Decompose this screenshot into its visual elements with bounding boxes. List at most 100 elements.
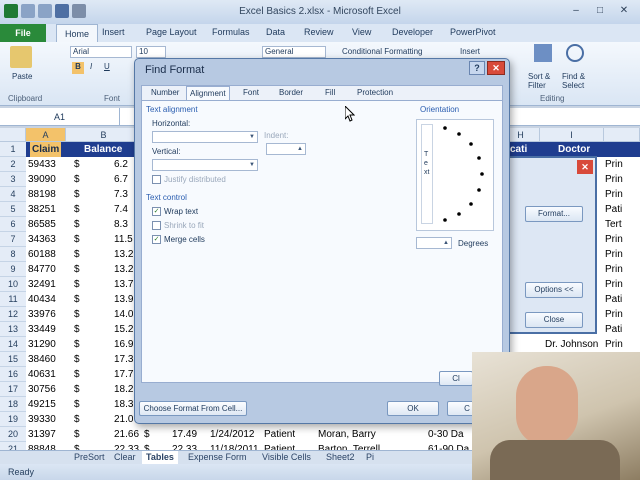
minimize-icon[interactable]: – — [564, 3, 588, 19]
sheet-tab-pi[interactable]: Pi — [362, 451, 378, 464]
cell-balance[interactable]: 11.5 — [114, 232, 133, 247]
cell-balance[interactable]: 16.9 — [114, 337, 133, 352]
sheet-tab-clear[interactable]: Clear — [110, 451, 140, 464]
cell-claim[interactable]: 31290 — [28, 337, 56, 352]
format-button[interactable]: Format... — [525, 206, 583, 222]
cell-balance[interactable]: 13.9 — [114, 292, 133, 307]
sheet-tab-tables[interactable]: Tables — [142, 451, 178, 464]
cell-location[interactable]: Prin — [605, 187, 623, 202]
row-header[interactable]: 4 — [0, 187, 26, 202]
cell-location[interactable]: Pati — [605, 202, 622, 217]
cell-currency[interactable]: $ — [74, 172, 80, 187]
cell-location[interactable]: Pati — [605, 292, 622, 307]
cell-currency[interactable]: $ — [74, 427, 80, 442]
cell-claim[interactable]: 88198 — [28, 187, 56, 202]
tab-view[interactable]: View — [352, 27, 371, 37]
cell-balance[interactable]: 13.2 — [114, 262, 133, 277]
cell-currency2[interactable]: $ — [144, 427, 150, 442]
cell-claim[interactable]: 59433 — [28, 157, 56, 172]
cell-balance[interactable]: 17.7 — [114, 367, 133, 382]
cell-location[interactable]: Prin — [605, 232, 623, 247]
underline-button[interactable]: U — [104, 62, 110, 71]
cell-balance[interactable]: 7.3 — [114, 187, 128, 202]
column-header-a[interactable]: A — [26, 128, 66, 142]
wrap-text-checkbox[interactable]: ✓ Wrap text — [152, 207, 198, 216]
shrink-to-fit-checkbox[interactable]: Shrink to fit — [152, 221, 204, 230]
cell-doctor[interactable]: Dr. Johnson — [545, 337, 598, 352]
cell-claim[interactable]: 33449 — [28, 322, 56, 337]
file-tab[interactable]: File — [0, 24, 46, 42]
tab-home[interactable]: Home — [56, 24, 99, 42]
cell-location[interactable]: Prin — [605, 337, 623, 352]
cell-claim[interactable]: 40631 — [28, 367, 56, 382]
cell-claim[interactable]: 31397 — [28, 427, 56, 442]
cell-date[interactable]: 1/24/2012 — [210, 427, 255, 442]
italic-button[interactable]: I — [90, 62, 92, 71]
horizontal-select[interactable]: ▼ — [152, 131, 258, 143]
clear-button[interactable]: Cl — [439, 371, 473, 386]
cell-currency[interactable]: $ — [74, 337, 80, 352]
tab-number[interactable]: Number — [148, 86, 182, 100]
cell-aging[interactable]: 0-30 Da — [428, 427, 464, 442]
cell-balance[interactable]: 18.2 — [114, 382, 133, 397]
cell-claim[interactable]: 32491 — [28, 277, 56, 292]
cell-location[interactable]: Tert — [605, 217, 622, 232]
tab-powerpivot[interactable]: PowerPivot — [450, 27, 496, 37]
degrees-spinner[interactable]: ▲ — [416, 237, 452, 249]
row-header[interactable]: 17 — [0, 382, 26, 397]
cell-amount[interactable]: 17.49 — [172, 427, 197, 442]
tab-insert[interactable]: Insert — [102, 27, 125, 37]
orientation-dial-icon[interactable] — [437, 120, 493, 230]
row-header[interactable]: 6 — [0, 217, 26, 232]
tab-protection[interactable]: Protection — [354, 86, 396, 100]
cell-location[interactable]: Pati — [605, 322, 622, 337]
header-claim[interactable]: Claim — [30, 142, 62, 157]
row-header[interactable]: 13 — [0, 322, 26, 337]
cell-currency[interactable]: $ — [74, 412, 80, 427]
column-header-j[interactable] — [604, 128, 640, 142]
tab-formulas[interactable]: Formulas — [212, 27, 250, 37]
cell-currency[interactable]: $ — [74, 397, 80, 412]
tab-alignment[interactable]: Alignment — [186, 86, 230, 100]
column-header-i[interactable]: I — [540, 128, 604, 142]
options-button[interactable]: Options << — [525, 282, 583, 298]
cell-currency[interactable]: $ — [74, 382, 80, 397]
paste-button[interactable]: Paste — [12, 72, 32, 81]
tab-data[interactable]: Data — [266, 27, 285, 37]
ok-button[interactable]: OK — [387, 401, 439, 416]
tab-font[interactable]: Font — [240, 86, 262, 100]
number-format-box[interactable]: General — [262, 46, 326, 58]
cell-currency[interactable]: $ — [74, 322, 80, 337]
close-icon[interactable]: ✕ — [577, 160, 593, 174]
close-button[interactable]: Close — [525, 312, 583, 328]
cell-balance[interactable]: 6.2 — [114, 157, 128, 172]
justify-distributed-checkbox[interactable]: Justify distributed — [152, 175, 226, 184]
font-name-box[interactable]: Arial — [70, 46, 132, 58]
bold-button[interactable]: B — [72, 62, 84, 74]
sort-filter-button[interactable]: Sort & Filter — [528, 72, 558, 90]
close-window-icon[interactable]: ✕ — [612, 3, 636, 19]
cell-currency[interactable]: $ — [74, 232, 80, 247]
sheet-tab-visible-cells[interactable]: Visible Cells — [258, 451, 315, 464]
row-header[interactable]: 1 — [0, 142, 26, 157]
cell-currency[interactable]: $ — [74, 247, 80, 262]
dialog-close-icon[interactable]: ✕ — [487, 61, 505, 75]
help-icon[interactable]: ? — [469, 61, 485, 75]
font-size-box[interactable]: 10 — [136, 46, 166, 58]
header-balance[interactable]: Balance — [84, 142, 122, 157]
cell-currency[interactable]: $ — [74, 202, 80, 217]
cell-balance[interactable]: 13.2 — [114, 247, 133, 262]
cell-type[interactable]: Patient — [264, 427, 295, 442]
row-header[interactable]: 19 — [0, 412, 26, 427]
row-header[interactable]: 12 — [0, 307, 26, 322]
cell-currency[interactable]: $ — [74, 352, 80, 367]
row-header[interactable]: 3 — [0, 172, 26, 187]
cell-balance[interactable]: 17.3 — [114, 352, 133, 367]
cell-currency[interactable]: $ — [74, 277, 80, 292]
cell-location[interactable]: Prin — [605, 277, 623, 292]
indent-spinner[interactable]: ▲ — [266, 143, 306, 155]
tab-border[interactable]: Border — [276, 86, 306, 100]
sheet-tab-presort[interactable]: PreSort — [70, 451, 109, 464]
header-doctor[interactable]: Doctor — [558, 142, 590, 157]
row-header[interactable]: 18 — [0, 397, 26, 412]
